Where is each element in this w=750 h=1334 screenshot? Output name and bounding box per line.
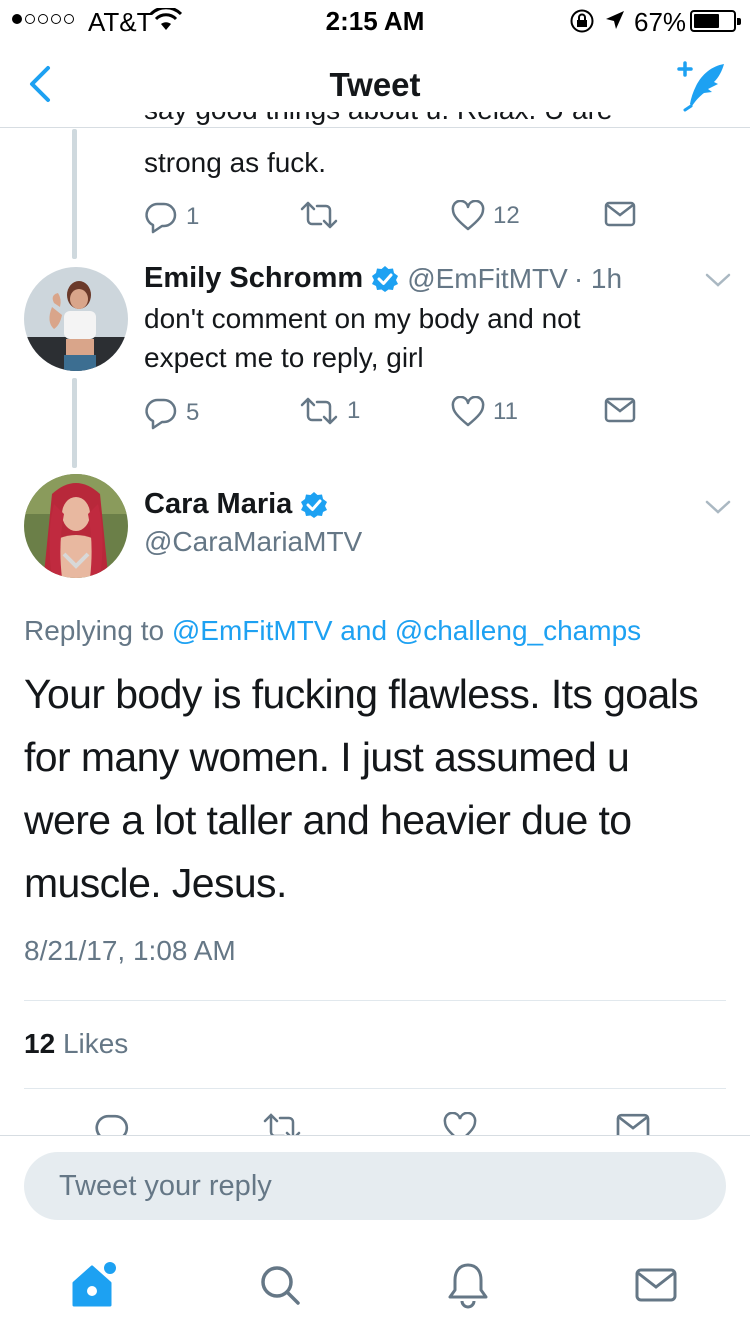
like-heart-icon bbox=[451, 396, 485, 427]
like-heart-icon bbox=[451, 200, 485, 231]
page-title: Tweet bbox=[329, 66, 421, 103]
reply-icon bbox=[145, 398, 177, 430]
thread-connector-line bbox=[72, 378, 77, 468]
verified-badge-icon bbox=[301, 491, 328, 518]
retweet-icon bbox=[300, 201, 338, 229]
like-button[interactable]: 12 bbox=[451, 200, 520, 232]
like-heart-icon[interactable] bbox=[442, 1112, 478, 1136]
direct-message-button[interactable] bbox=[604, 396, 636, 424]
compose-tweet-icon[interactable] bbox=[672, 60, 730, 112]
home-icon bbox=[72, 1262, 116, 1307]
display-name[interactable]: Emily Schromm bbox=[144, 262, 363, 295]
user-handle[interactable]: @EmFitMTV bbox=[407, 263, 568, 295]
thread-connector-line bbox=[72, 129, 77, 259]
direct-message-icon[interactable] bbox=[614, 1112, 652, 1136]
messages-envelope-icon bbox=[635, 1268, 677, 1302]
divider bbox=[24, 1088, 726, 1089]
mention-link[interactable]: @EmFitMTV bbox=[172, 615, 333, 646]
caret-down-icon[interactable] bbox=[705, 272, 731, 288]
caret-down-icon[interactable] bbox=[705, 499, 731, 515]
main-tweet-text-line: were a lot taller and heavier due to bbox=[24, 797, 632, 843]
avatar-cara[interactable] bbox=[24, 474, 128, 578]
retweet-icon[interactable] bbox=[262, 1112, 302, 1136]
main-tweet-text-line: muscle. Jesus. bbox=[24, 860, 287, 906]
rotation-lock-icon bbox=[570, 9, 594, 33]
retweet-button[interactable] bbox=[299, 200, 347, 230]
tab-messages[interactable] bbox=[626, 1257, 686, 1313]
like-count: 11 bbox=[493, 398, 518, 425]
previous-tweet-actions: 1 12 bbox=[144, 200, 644, 240]
location-arrow-icon bbox=[606, 11, 624, 29]
likes-count: 12 bbox=[24, 1028, 56, 1059]
verified-badge-icon bbox=[372, 265, 399, 292]
like-count: 12 bbox=[493, 202, 520, 229]
notifications-bell-icon bbox=[448, 1263, 488, 1309]
retweet-count: 1 bbox=[347, 397, 361, 424]
reply-input[interactable] bbox=[24, 1152, 726, 1220]
battery-percentage: 67% bbox=[634, 7, 687, 37]
main-tweet-text-line: for many women. I just assumed u bbox=[24, 734, 630, 780]
emily-tweet-actions: 5 1 11 bbox=[144, 396, 644, 436]
main-tweet-text-line: Your body is fucking flawless. Its goals bbox=[24, 671, 699, 717]
likes-summary[interactable]: 12 Likes bbox=[24, 1028, 128, 1060]
battery-icon bbox=[690, 10, 741, 32]
main-tweet-text: Your body is fucking flawless. Its goals… bbox=[24, 663, 734, 915]
search-icon bbox=[261, 1266, 300, 1305]
tab-bar bbox=[0, 1235, 750, 1334]
direct-message-icon bbox=[604, 201, 636, 227]
reply-button[interactable]: 5 bbox=[144, 396, 199, 430]
display-name[interactable]: Cara Maria bbox=[144, 488, 292, 521]
previous-tweet-text: strong as fuck. bbox=[144, 147, 327, 178]
emily-name-line: Emily Schromm @EmFitMTV · 1h bbox=[144, 262, 622, 295]
tweet-age: · 1h bbox=[573, 262, 623, 294]
tab-home[interactable] bbox=[64, 1257, 124, 1313]
avatar-emily[interactable] bbox=[24, 267, 128, 371]
direct-message-button[interactable] bbox=[604, 200, 636, 228]
reply-button[interactable]: 1 bbox=[144, 200, 199, 234]
tweet-timestamp: 8/21/17, 1:08 AM bbox=[24, 935, 236, 966]
reply-icon bbox=[145, 202, 177, 234]
user-handle[interactable]: @CaraMariaMTV bbox=[144, 526, 362, 558]
replying-prefix: Replying to bbox=[24, 615, 172, 646]
reply-bar bbox=[0, 1135, 750, 1235]
emily-tweet-text-line1: don't comment on my body and not bbox=[144, 303, 581, 334]
likes-label: Likes bbox=[62, 1028, 129, 1059]
mention-link[interactable]: @challeng_champs bbox=[395, 615, 641, 646]
main-tweet-actions bbox=[0, 1108, 750, 1136]
tab-search[interactable] bbox=[250, 1257, 310, 1313]
reply-icon[interactable] bbox=[94, 1112, 130, 1136]
divider bbox=[24, 1000, 726, 1001]
direct-message-icon bbox=[604, 397, 636, 423]
previous-tweet-text-hidden: say good things about u. Relax. U are bbox=[144, 112, 704, 129]
tab-notifications[interactable] bbox=[438, 1257, 498, 1313]
replying-to-line: Replying to @EmFitMTV and @challeng_cham… bbox=[24, 615, 641, 647]
reply-count: 5 bbox=[186, 399, 200, 426]
retweet-icon bbox=[300, 397, 338, 425]
status-bar: AT&T 2:15 AM 67% bbox=[0, 0, 750, 40]
reply-count: 1 bbox=[186, 203, 200, 230]
emily-tweet-text-line2: expect me to reply, girl bbox=[144, 342, 424, 373]
like-button[interactable]: 11 bbox=[451, 396, 518, 428]
retweet-button[interactable]: 1 bbox=[299, 396, 360, 426]
replying-and: and bbox=[332, 615, 395, 646]
previous-tweet-text-clipped: say good things about u. Relax. U are bbox=[144, 112, 704, 129]
cara-name-line: Cara Maria bbox=[144, 488, 336, 521]
